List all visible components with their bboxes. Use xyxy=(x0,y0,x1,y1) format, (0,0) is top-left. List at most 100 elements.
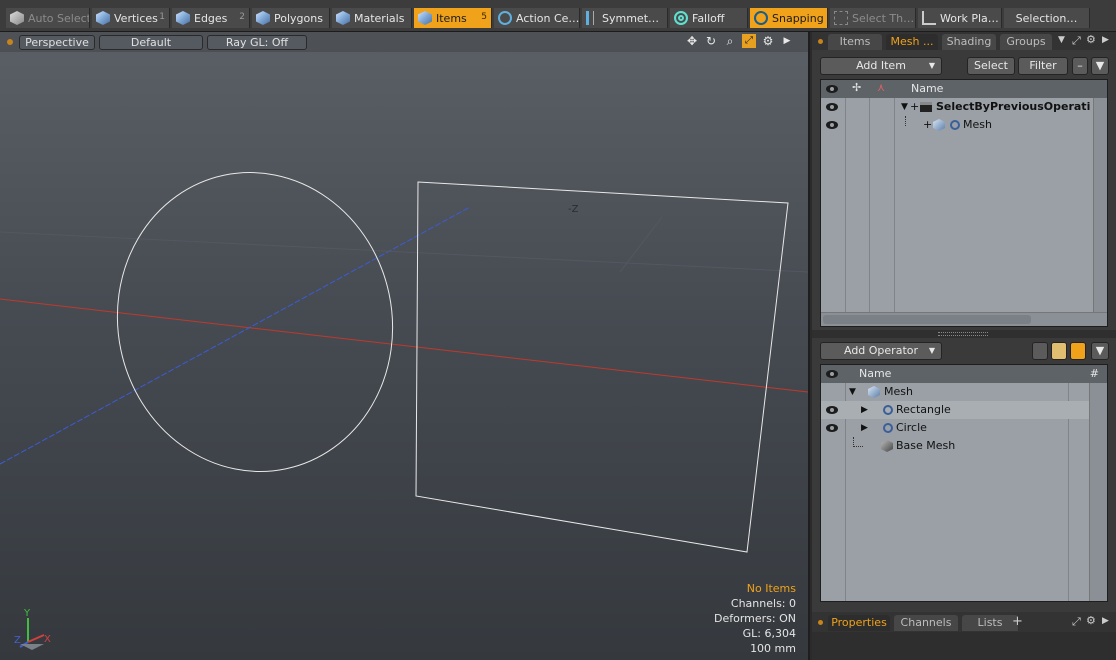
select-through-button[interactable]: Select Th… xyxy=(830,8,916,28)
materials-button[interactable]: Materials xyxy=(332,8,412,28)
expand-panel-icon[interactable]: ⤢ xyxy=(1072,34,1081,48)
operator-filter-icon[interactable]: ▼ xyxy=(1091,342,1109,360)
collapsed-triangle-icon[interactable]: ▶ xyxy=(861,401,868,419)
add-tab-button[interactable]: + xyxy=(1012,614,1023,629)
tree-connector xyxy=(905,116,906,126)
visibility-eye-icon[interactable] xyxy=(826,424,838,432)
name-column-header[interactable]: Name xyxy=(911,82,943,95)
operator-row[interactable]: ▶ Rectangle xyxy=(821,401,1107,419)
add-operator-dropdown[interactable]: Add Operator ▼ xyxy=(820,342,942,360)
view-mode-icon-1[interactable] xyxy=(1032,342,1048,360)
panel-menu-arrow-icon[interactable]: ▶ xyxy=(1102,35,1109,45)
panel-settings-icon[interactable]: ⚙ xyxy=(1086,33,1096,46)
rectangle-shape[interactable] xyxy=(415,181,789,553)
add-plus-icon[interactable]: + xyxy=(910,98,919,116)
zoom-view-icon[interactable]: ⌕ xyxy=(723,34,737,48)
main-toolbar: Auto Select Vertices 1 Edges 2 Polygons Ma… xyxy=(0,0,1116,32)
mesh-cube-icon xyxy=(868,386,880,398)
selection-sets-button[interactable]: Selection… xyxy=(1004,8,1090,28)
operator-tree-header: Name # xyxy=(821,365,1107,383)
vertices-cube-icon xyxy=(96,11,110,25)
axis-gizmo: Y X Z xyxy=(14,608,51,650)
operator-row-label: Mesh xyxy=(884,385,913,398)
visibility-eye-icon[interactable] xyxy=(826,121,838,129)
add-plus-icon[interactable]: + xyxy=(923,116,932,134)
tree-row[interactable]: ▼ + SelectByPreviousOperati ... xyxy=(821,98,1107,116)
hash-column-header[interactable]: # xyxy=(1090,367,1099,380)
horizontal-scrollbar[interactable] xyxy=(821,312,1107,326)
viewport-scene[interactable]: -Z Y X Z xyxy=(0,32,808,660)
tab-groups[interactable]: Groups xyxy=(1000,34,1052,50)
tab-overflow-icon[interactable]: ▼ xyxy=(1058,35,1065,45)
tab-mesh-ops[interactable]: Mesh ... xyxy=(886,34,938,50)
work-plane-button[interactable]: Work Pla… xyxy=(918,8,1002,28)
symmetry-button[interactable]: Symmet… xyxy=(582,8,668,28)
funnel-icon[interactable]: ▼ xyxy=(1091,57,1109,75)
settings-icon[interactable]: ⚙ xyxy=(761,34,775,48)
collapsed-triangle-icon[interactable]: ▶ xyxy=(861,419,868,437)
vertical-scrollbar[interactable] xyxy=(1089,383,1107,601)
operator-row[interactable]: ▼ Mesh xyxy=(821,383,1107,401)
snapping-button[interactable]: Snapping xyxy=(750,8,828,28)
view-mode-dropdown[interactable]: Perspective xyxy=(19,35,95,50)
operator-row-label: Circle xyxy=(896,421,927,434)
tab-channels[interactable]: Channels xyxy=(894,615,958,631)
expand-triangle-icon[interactable]: ▼ xyxy=(901,98,908,116)
cube-icon xyxy=(10,11,24,25)
vertices-button[interactable]: Vertices 1 xyxy=(92,8,170,28)
select-button[interactable]: Select xyxy=(967,57,1015,75)
panel-splitter[interactable] xyxy=(812,330,1116,338)
procedural-gear-icon xyxy=(950,120,960,130)
circle-shape[interactable] xyxy=(90,147,420,497)
tab-properties[interactable]: Properties xyxy=(828,615,890,631)
visibility-eye-icon[interactable] xyxy=(826,103,838,111)
falloff-button[interactable]: Falloff xyxy=(670,8,748,28)
axis-label-minus-z: -Z xyxy=(568,204,579,215)
rotate-view-icon[interactable]: ↻ xyxy=(704,34,718,48)
menu-arrow-icon[interactable]: ▶ xyxy=(780,34,794,48)
raygl-toggle[interactable]: Ray GL: Off xyxy=(207,35,307,50)
panel-menu-dot[interactable] xyxy=(818,39,823,44)
tree-row[interactable]: + Mesh xyxy=(821,116,1107,134)
3d-viewport[interactable]: -Z Y X Z Perspective Default Ray GL: Off… xyxy=(0,32,810,660)
pin-column-icon: ✢ xyxy=(852,81,862,94)
tab-lists[interactable]: Lists xyxy=(962,615,1018,631)
name-column-header[interactable]: Name xyxy=(859,367,891,380)
operator-row[interactable]: Base Mesh xyxy=(821,437,1107,455)
upper-tab-bar: Items Mesh ... Shading Groups ▼ ⤢ ⚙ ▶ xyxy=(812,32,1116,50)
vertical-scrollbar[interactable] xyxy=(1093,98,1107,312)
shading-mode-dropdown[interactable]: Default xyxy=(99,35,203,50)
bottom-tab-bar: Properties Channels Lists + ⤢ ⚙ ▶ xyxy=(812,612,1116,632)
tree-connector xyxy=(853,437,863,447)
auto-select-button[interactable]: Auto Select xyxy=(6,8,90,28)
action-center-button[interactable]: Action Ce… xyxy=(494,8,580,28)
add-item-dropdown[interactable]: Add Item ▼ xyxy=(820,57,942,75)
tab-shading[interactable]: Shading xyxy=(942,34,996,50)
properties-area xyxy=(812,632,1116,660)
panel-settings-icon[interactable]: ⚙ xyxy=(1086,614,1096,627)
tab-items[interactable]: Items xyxy=(828,34,882,50)
view-mode-icon-3[interactable] xyxy=(1070,342,1086,360)
expand-triangle-icon[interactable]: ▼ xyxy=(849,383,856,401)
tree-row-label: SelectByPreviousOperati ... xyxy=(936,100,1107,113)
procedural-gear-icon xyxy=(883,423,893,433)
scrollbar-thumb[interactable] xyxy=(823,315,1031,324)
view-mode-icon-2[interactable] xyxy=(1051,342,1067,360)
visibility-column-eye-icon xyxy=(826,85,838,93)
expand-panel-icon[interactable]: ⤢ xyxy=(1072,615,1081,629)
dropdown-arrow-icon: ▼ xyxy=(928,61,935,70)
panel-menu-arrow-icon[interactable]: ▶ xyxy=(1102,616,1109,626)
viewport-menu-dot[interactable] xyxy=(7,39,13,45)
items-button[interactable]: Items 5 xyxy=(414,8,492,28)
filter-button[interactable]: Filter xyxy=(1018,57,1068,75)
visibility-eye-icon[interactable] xyxy=(826,406,838,414)
collapse-icon[interactable]: – xyxy=(1072,57,1088,75)
maximize-view-icon[interactable]: ⤢ xyxy=(742,34,756,48)
polygons-button[interactable]: Polygons xyxy=(252,8,330,28)
viewport-nav-icons: ✥ ↻ ⌕ ⤢ ⚙ ▶ xyxy=(685,34,794,48)
visibility-column-eye-icon xyxy=(826,370,838,378)
edges-button[interactable]: Edges 2 xyxy=(172,8,250,28)
panel-menu-dot[interactable] xyxy=(818,620,823,625)
operator-row[interactable]: ▶ Circle xyxy=(821,419,1107,437)
move-view-icon[interactable]: ✥ xyxy=(685,34,699,48)
